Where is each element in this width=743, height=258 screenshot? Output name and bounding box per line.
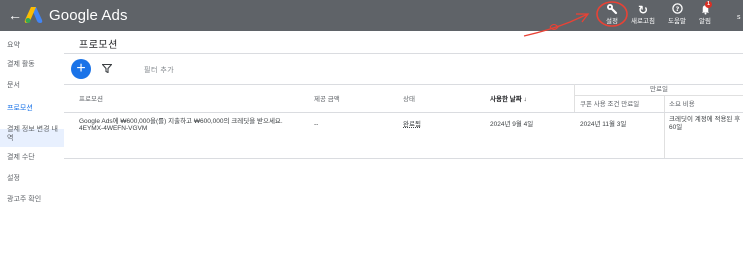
- expiry-header-rule: [574, 95, 743, 96]
- sidebar-item-promotions[interactable]: 프로모션: [7, 104, 63, 113]
- notifications-button[interactable]: 1 알림: [694, 1, 716, 26]
- help-button[interactable]: ? 도움말: [664, 3, 690, 26]
- amount-value: --: [314, 121, 319, 128]
- column-divider: [664, 95, 665, 158]
- settings-button[interactable]: 설정: [600, 3, 624, 26]
- filter-icon[interactable]: [102, 64, 112, 73]
- header-status[interactable]: 상태: [403, 95, 415, 104]
- promotion-code: 4EYMX-4WEFN-VGVM: [79, 125, 148, 132]
- refresh-button[interactable]: ↻ 새로고침: [628, 3, 658, 26]
- header-duration[interactable]: 소요 비용: [669, 100, 695, 109]
- column-divider: [574, 84, 575, 112]
- duration-value-line1: 크레딧이 계정에 적용된 후: [669, 116, 741, 123]
- settings-label: 설정: [606, 18, 618, 25]
- page-title: 프로모션: [79, 40, 118, 51]
- refresh-label: 새로고침: [631, 18, 655, 25]
- add-filter-button[interactable]: 필터 추가: [144, 65, 174, 75]
- account-initial[interactable]: s: [737, 14, 741, 21]
- svg-text:?: ?: [675, 5, 679, 13]
- add-promotion-button[interactable]: +: [71, 59, 91, 79]
- back-arrow-icon[interactable]: ←: [8, 8, 22, 22]
- wrench-icon: [600, 3, 624, 17]
- sidebar-item-payment-methods[interactable]: 결제 수단: [7, 153, 63, 162]
- notifications-label: 알림: [699, 18, 711, 25]
- sidebar-item-billing-activity[interactable]: 결제 활동: [7, 60, 63, 69]
- status-value[interactable]: 완료됨: [403, 121, 421, 129]
- refresh-icon: ↻: [637, 3, 649, 17]
- coupon-deadline-value: 2024년 11월 3일: [580, 121, 627, 128]
- header-expiry: 만료일: [650, 86, 668, 93]
- divider: [64, 53, 743, 54]
- notification-badge: 1: [705, 1, 712, 8]
- header-amount[interactable]: 제공 금액: [314, 95, 340, 104]
- app-name: Google Ads: [49, 7, 128, 24]
- google-ads-logo: [24, 7, 43, 23]
- sidebar-item-documents[interactable]: 문서: [7, 81, 63, 90]
- sidebar-item-summary[interactable]: 요약: [7, 41, 63, 50]
- table-bottom-border: [64, 158, 743, 159]
- used-date-value: 2024년 9월 4일: [490, 121, 534, 128]
- duration-value-line2: 60일: [669, 124, 683, 131]
- header-used-date-label: 사용한 날짜: [490, 96, 522, 103]
- top-bar: ← Google Ads 설정 ↻ 새로고침 ? 도움말 1 알림 s: [0, 0, 743, 31]
- bell-icon: 1: [694, 1, 716, 17]
- header-bottom-border: [64, 112, 743, 113]
- help-icon: ?: [664, 3, 690, 17]
- header-coupon-deadline[interactable]: 쿠폰 사용 조건 만료일: [580, 100, 639, 109]
- header-used-date[interactable]: 사용한 날짜 ↓: [490, 95, 527, 104]
- header-promotion[interactable]: 프로모션: [79, 95, 103, 104]
- sidebar-item-advertiser-verification[interactable]: 광고주 확인: [7, 195, 63, 204]
- sort-down-arrow-icon: ↓: [523, 96, 527, 103]
- help-label: 도움말: [668, 18, 686, 25]
- sidebar-item-billing-history[interactable]: 결제 정보 변경 내역: [7, 125, 63, 143]
- sidebar-item-settings[interactable]: 설정: [7, 174, 63, 183]
- table-top-border: [64, 84, 743, 85]
- sidebar: 요약 결제 활동 문서 프로모션 결제 정보 변경 내역 결제 수단 설정 광고…: [0, 31, 64, 258]
